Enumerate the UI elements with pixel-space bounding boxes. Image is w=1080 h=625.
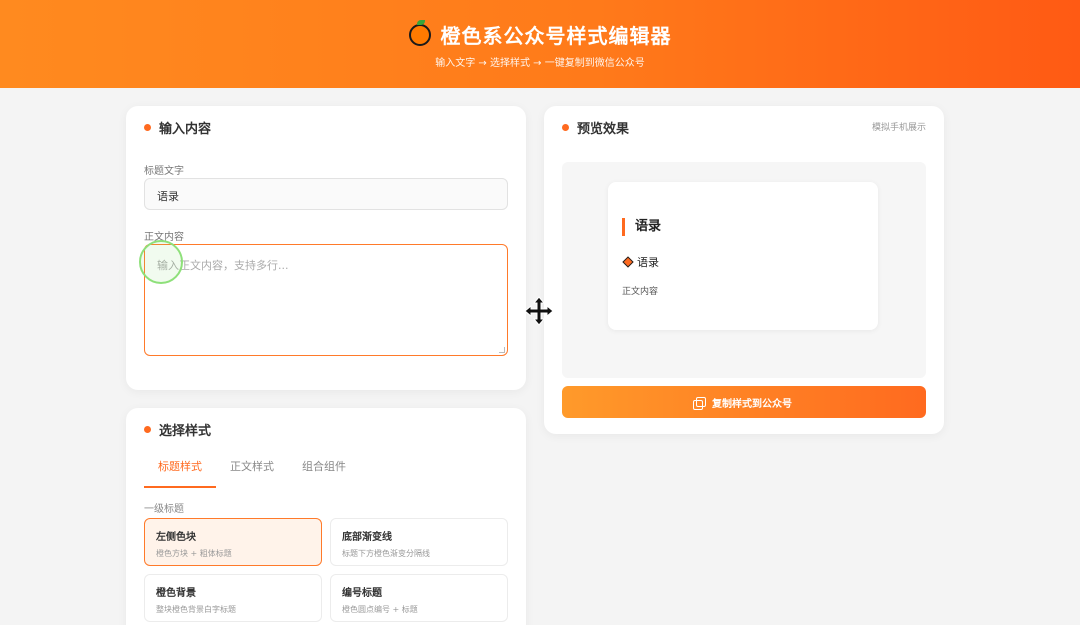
header-title-row: 橙色系公众号样式编辑器 (0, 19, 1080, 49)
title-input[interactable]: 语录 (144, 178, 508, 210)
app-subtitle: 输入文字 → 选择样式 → 一键复制到微信公众号 (435, 58, 645, 69)
style-card: 选择样式 标题样式 正文样式 组合组件 一级标题 左侧色块 橙色方块 + 粗体标… (126, 408, 526, 625)
phone-preview: 语录 语录 正文内容 (608, 182, 878, 330)
preview-hint: 模拟手机展示 (871, 123, 926, 133)
bullet-dot-icon (144, 426, 151, 433)
click-indicator (139, 240, 183, 284)
preview-card: 预览效果 模拟手机展示 语录 语录 正文内容 复制样式到公众号 (544, 106, 944, 434)
app-title: 橙色系公众号样式编辑器 (440, 24, 672, 48)
section-label-h1: 一级标题 (144, 504, 184, 515)
input-card: 输入内容 标题文字 语录 正文内容 输入正文内容，支持多行... (126, 106, 526, 390)
bullet-dot-icon (144, 124, 151, 131)
move-cursor-icon (524, 296, 554, 326)
preview-heading-1: 语录 (622, 218, 661, 236)
orange-icon (408, 19, 431, 46)
preview-body-text: 正文内容 (622, 287, 659, 297)
diamond-icon (622, 256, 634, 268)
resize-handle-icon[interactable] (499, 347, 505, 353)
style-item-bottom-gradient[interactable]: 底部渐变线 标题下方橙色渐变分隔线 (330, 518, 508, 566)
style-item-left-block[interactable]: 左侧色块 橙色方块 + 粗体标题 (144, 518, 322, 566)
tab-title-style[interactable]: 标题样式 (144, 452, 216, 488)
copy-to-wechat-button[interactable]: 复制样式到公众号 (562, 386, 926, 418)
input-card-title: 输入内容 (144, 118, 211, 137)
app-header: 橙色系公众号样式编辑器 输入文字 → 选择样式 → 一键复制到微信公众号 (0, 0, 1080, 88)
copy-icon (693, 397, 706, 410)
tab-body-style[interactable]: 正文样式 (216, 452, 288, 488)
style-tabs: 标题样式 正文样式 组合组件 (144, 452, 360, 488)
style-card-title: 选择样式 (144, 420, 211, 439)
bullet-dot-icon (562, 124, 569, 131)
body-textarea[interactable]: 输入正文内容，支持多行... (144, 244, 508, 356)
title-field-label: 标题文字 (144, 166, 184, 177)
style-item-orange-bg[interactable]: 橙色背景 整块橙色背景白字标题 (144, 574, 322, 622)
preview-card-title: 预览效果 (562, 118, 629, 137)
preview-area: 语录 语录 正文内容 (562, 162, 926, 378)
style-item-numbered[interactable]: 编号标题 橙色圆点编号 + 标题 (330, 574, 508, 622)
preview-heading-2: 语录 (622, 254, 659, 270)
tab-combo-component[interactable]: 组合组件 (288, 452, 360, 488)
